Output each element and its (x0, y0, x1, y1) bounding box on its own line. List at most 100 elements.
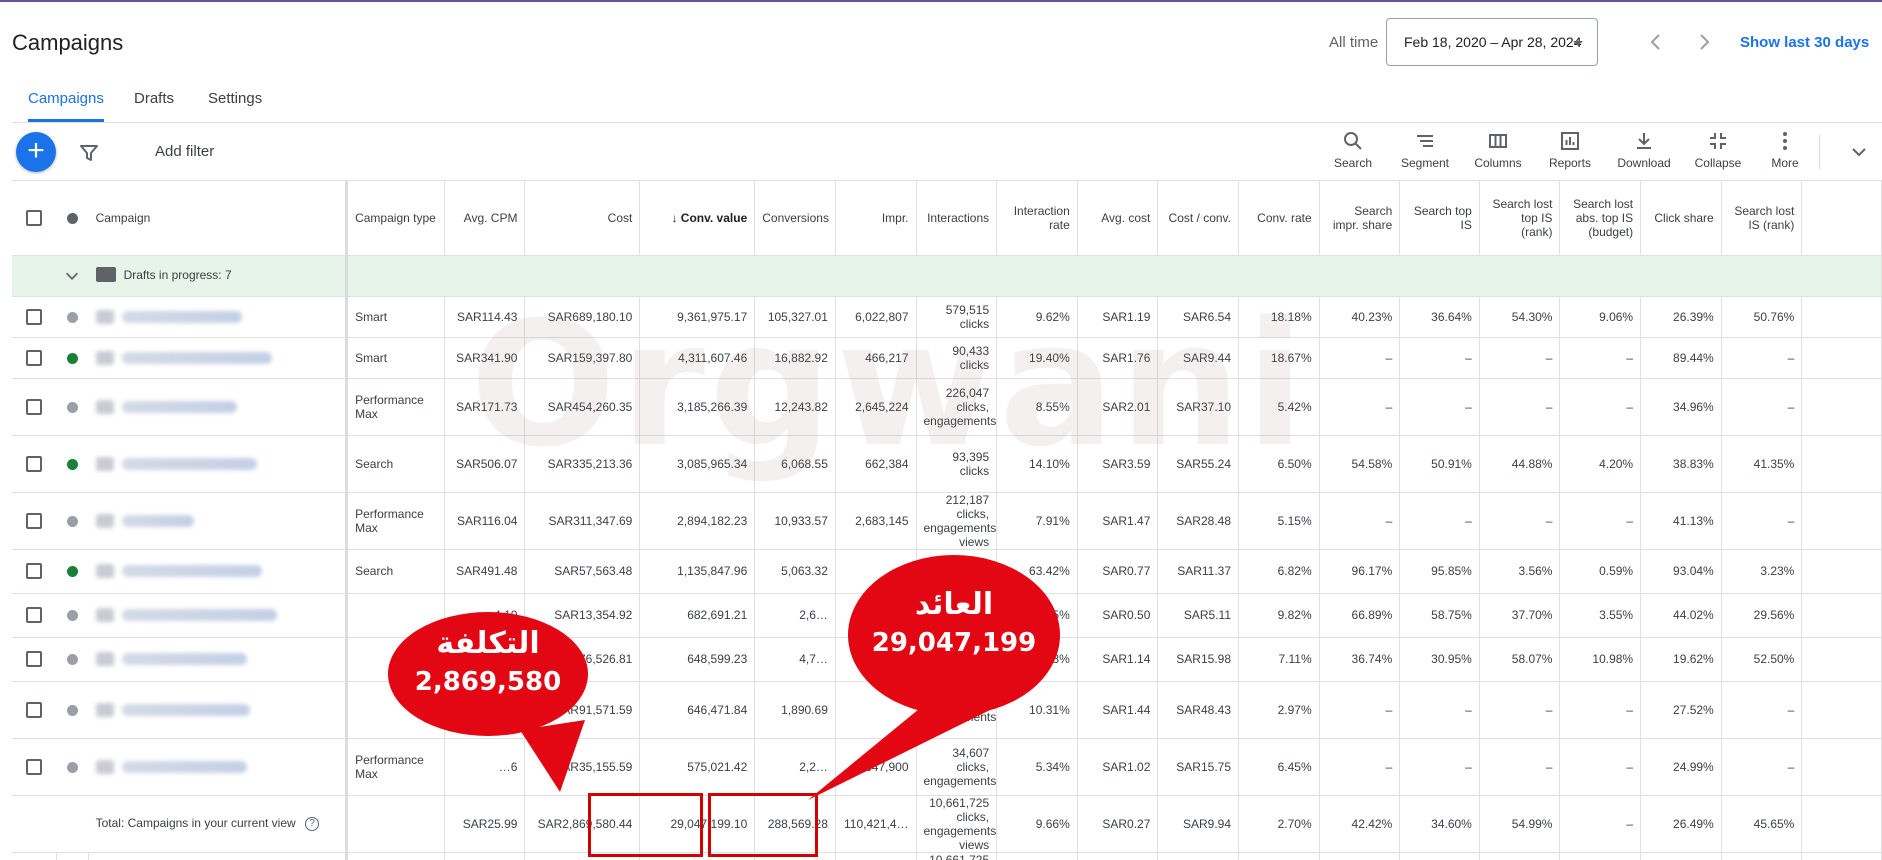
campaign-name-cell[interactable] (88, 549, 349, 594)
collapse-button[interactable]: Collapse (1683, 130, 1753, 170)
row-status-cell (56, 378, 89, 436)
campaign-name-cell[interactable] (88, 435, 349, 493)
chevron-left-icon[interactable] (1648, 32, 1664, 52)
column-header-interaction-rate[interactable]: Interaction rate (996, 181, 1078, 256)
row-checkbox[interactable] (26, 607, 43, 623)
total-row: Total: Campaigns in your current view ? S… (12, 795, 1882, 853)
cell-impressions: 466,217 (835, 337, 917, 379)
campaign-name-redacted[interactable] (121, 760, 247, 773)
campaign-name-cell[interactable] (88, 296, 349, 338)
cell-extra (1801, 296, 1882, 338)
column-header-search-top-is[interactable]: Search top IS (1399, 181, 1480, 256)
status-dot-icon[interactable] (66, 610, 78, 622)
campaign-name-cell[interactable] (88, 681, 349, 739)
help-icon[interactable]: ? (305, 816, 320, 831)
cell-interaction-rate: 5.34% (996, 738, 1078, 796)
column-header-cost-per-conv[interactable]: Cost / conv. (1157, 181, 1239, 256)
add-campaign-button[interactable]: + (16, 132, 56, 172)
table-row[interactable]: Performance Max SAR171.73 SAR454,260.35 3,1… (12, 378, 1882, 436)
date-range-picker[interactable]: Feb 18, 2020 – Apr 28, 2024 (1386, 18, 1598, 66)
cell-cost: SAR335,213.36 (524, 435, 641, 493)
campaign-name-cell[interactable] (88, 738, 349, 796)
campaign-icon (95, 652, 114, 667)
tab-drafts[interactable]: Drafts (134, 90, 174, 119)
search-button[interactable]: Search (1318, 130, 1388, 170)
campaign-name-redacted[interactable] (121, 703, 250, 716)
status-dot-icon[interactable] (66, 352, 78, 364)
campaign-name-redacted[interactable] (121, 609, 277, 622)
row-checkbox[interactable] (26, 308, 43, 325)
column-header-search-impr-share[interactable]: Search impr. share (1319, 181, 1401, 256)
column-header-search-lost-is-rank[interactable]: Search lost IS (rank) (1721, 181, 1803, 256)
row-checkbox[interactable] (26, 455, 43, 472)
cell-campaign-type: Search (346, 549, 445, 594)
download-button[interactable]: Download (1609, 130, 1679, 170)
add-filter-button[interactable]: Add filter (155, 143, 214, 160)
row-checkbox[interactable] (26, 349, 43, 366)
campaign-name-cell[interactable] (88, 593, 349, 638)
column-header-search-lost-top-is-rank[interactable]: Search lost top IS (rank) (1479, 181, 1561, 256)
column-header-search-lost-abs-top-is-budget[interactable]: Search lost abs. top IS (budget) (1559, 181, 1642, 256)
status-header-cell (56, 181, 89, 256)
table-row[interactable]: Performance Max SAR116.04 SAR311,347.69 2,8… (12, 492, 1882, 550)
cell-search-top-is: 95.85% (1399, 549, 1480, 594)
row-checkbox[interactable] (26, 701, 43, 718)
tab-campaigns[interactable]: Campaigns (28, 90, 104, 122)
chevron-down-icon[interactable] (1848, 141, 1870, 163)
status-dot-icon[interactable] (66, 654, 78, 666)
reports-button[interactable]: Reports (1535, 130, 1605, 170)
campaign-name-cell[interactable] (88, 337, 349, 379)
drafts-row[interactable]: Drafts in progress: 7 (12, 255, 1882, 297)
column-header-interactions[interactable]: Interactions (916, 181, 998, 256)
cell-click-share: 38.83% (1640, 435, 1722, 493)
table-row[interactable]: Performance Max …6 SAR35,155.59 575,021.42 2… (12, 738, 1882, 796)
row-checkbox[interactable] (26, 651, 43, 667)
status-dot-icon[interactable] (66, 761, 78, 773)
column-header-avg-cost[interactable]: Avg. cost (1077, 181, 1159, 256)
table-row[interactable]: Smart SAR114.43 SAR689,180.10 9,361,975.17 1… (12, 296, 1882, 338)
column-header-conv-value[interactable]: ↓ Conv. value (639, 181, 756, 256)
campaign-name-redacted[interactable] (121, 457, 257, 470)
row-checkbox[interactable] (26, 563, 43, 579)
column-header-click-share[interactable]: Click share (1640, 181, 1722, 256)
more-button[interactable]: More (1750, 130, 1820, 170)
tab-settings[interactable]: Settings (208, 90, 262, 119)
row-checkbox[interactable] (26, 398, 43, 415)
status-dot-icon[interactable] (66, 704, 78, 716)
column-header-conversions[interactable]: Conversions (754, 181, 836, 256)
campaign-name-redacted[interactable] (121, 400, 237, 413)
campaign-name-redacted[interactable] (121, 653, 247, 666)
status-dot-icon[interactable] (66, 566, 78, 578)
campaign-name-cell[interactable] (88, 492, 349, 550)
row-checkbox[interactable] (26, 512, 43, 529)
filter-icon[interactable] (78, 142, 100, 164)
row-checkbox[interactable] (26, 758, 43, 775)
cell-campaign-type: Search (346, 435, 445, 493)
column-header-campaign-type[interactable]: Campaign type (346, 181, 445, 256)
chevron-right-icon[interactable] (1696, 32, 1712, 52)
column-header-impressions[interactable]: Impr. (835, 181, 917, 256)
table-row[interactable]: Smart SAR341.90 SAR159,397.80 4,311,607.46 1… (12, 337, 1882, 379)
show-last-30-days-link[interactable]: Show last 30 days (1740, 34, 1869, 51)
status-dot-icon[interactable] (66, 311, 78, 323)
campaign-name-redacted[interactable] (121, 565, 262, 578)
campaign-name-cell[interactable] (88, 637, 349, 682)
column-header-conv-rate[interactable]: Conv. rate (1238, 181, 1320, 256)
column-header-cost[interactable]: Cost (524, 181, 641, 256)
campaign-name-redacted[interactable] (121, 514, 194, 527)
column-header-extra (1801, 181, 1882, 256)
campaign-name-redacted[interactable] (121, 310, 242, 323)
chevron-down-icon[interactable] (63, 268, 81, 282)
column-header-avg-cpm[interactable]: Avg. CPM (444, 181, 526, 256)
campaign-name-redacted[interactable] (121, 351, 272, 364)
table-row[interactable]: Search SAR506.07 SAR335,213.36 3,085,965.34… (12, 435, 1882, 493)
status-dot-icon[interactable] (66, 458, 78, 470)
status-dot-icon[interactable] (66, 515, 78, 527)
column-header-campaign[interactable]: Campaign (88, 181, 349, 256)
columns-button[interactable]: Columns (1463, 130, 1533, 170)
campaign-name-cell[interactable] (88, 378, 349, 436)
segment-button[interactable]: Segment (1390, 130, 1460, 170)
status-dot-icon[interactable] (66, 401, 78, 413)
cell-impressions: 647,900 (835, 738, 917, 796)
select-all-checkbox[interactable] (26, 209, 43, 226)
